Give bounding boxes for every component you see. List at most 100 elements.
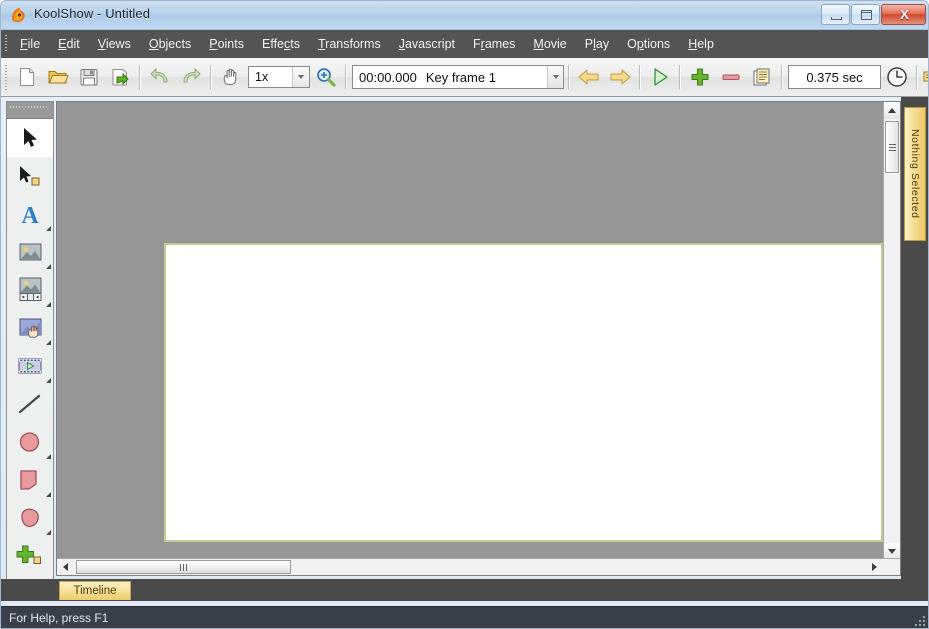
- toolbar-separator-7: [781, 65, 782, 89]
- magnifier-plus-icon: [316, 68, 336, 87]
- zoom-tool-button[interactable]: [310, 61, 341, 93]
- redo-button[interactable]: [175, 61, 206, 93]
- zoom-level-combo[interactable]: 1x: [248, 66, 310, 88]
- main-toolbar: 1x 00:00.000 Key frame 1 0.375 sec: [1, 58, 928, 97]
- tool-video[interactable]: [7, 347, 53, 385]
- close-button[interactable]: X: [881, 4, 926, 25]
- scroll-left-button[interactable]: [57, 559, 74, 575]
- application-window: KoolShow - Untitled X FFileile Edit View…: [0, 0, 929, 629]
- cursor-arrow-point-icon: [20, 166, 40, 186]
- keyframe-combo[interactable]: 00:00.000 Key frame 1: [352, 65, 564, 89]
- tool-select[interactable]: [7, 119, 53, 157]
- menubar-drag-handle[interactable]: [1, 30, 11, 58]
- minimize-button[interactable]: [821, 4, 850, 25]
- polygon-icon: [20, 470, 37, 490]
- canvas-vertical-scrollbar[interactable]: [883, 102, 900, 560]
- prev-frame-button[interactable]: [573, 61, 604, 93]
- tool-add-object[interactable]: [7, 537, 53, 575]
- remove-frame-button[interactable]: [715, 61, 746, 93]
- maximize-icon: [861, 10, 872, 20]
- keyframe-time: 00:00.000: [359, 69, 417, 85]
- toolbar-drag-handle[interactable]: [1, 61, 11, 94]
- selection-panel-tab[interactable]: Nothing Selected: [904, 107, 926, 241]
- menu-movie[interactable]: Movie: [524, 33, 575, 56]
- menu-options[interactable]: Options: [618, 33, 679, 56]
- menu-file[interactable]: FFileile: [11, 33, 49, 56]
- tool-freeform[interactable]: [7, 499, 53, 537]
- tool-text[interactable]: A: [7, 195, 53, 233]
- open-folder-icon: [48, 71, 69, 84]
- text-a-icon: A: [21, 203, 39, 227]
- canvas-horizontal-scrollbar[interactable]: [57, 558, 900, 575]
- menu-objects[interactable]: Objects: [140, 33, 200, 56]
- scroll-right-button[interactable]: [866, 559, 883, 575]
- stage-canvas[interactable]: [164, 243, 883, 542]
- pan-button[interactable]: [215, 61, 246, 93]
- export-button[interactable]: [104, 61, 135, 93]
- tool-select-point[interactable]: [7, 157, 53, 195]
- minus-icon: [722, 74, 739, 80]
- tool-palette: A: [6, 101, 54, 581]
- menu-javascript[interactable]: Javascript: [390, 33, 464, 56]
- menu-frames[interactable]: Frames: [464, 33, 524, 56]
- open-button[interactable]: [42, 61, 73, 93]
- tool-polygon[interactable]: [7, 461, 53, 499]
- toolbar-separator-5: [639, 65, 640, 89]
- frame-duration-field[interactable]: 0.375 sec: [788, 65, 881, 89]
- tool-animated-image[interactable]: [7, 271, 53, 309]
- menu-edit[interactable]: Edit: [49, 33, 89, 56]
- toolbar-separator-6: [679, 65, 680, 89]
- video-film-icon: [18, 358, 42, 374]
- frames-list-button[interactable]: [746, 61, 777, 93]
- menu-views[interactable]: Views: [89, 33, 140, 56]
- play-button[interactable]: [644, 61, 675, 93]
- arrow-right-icon: [610, 69, 630, 85]
- chevron-down-icon: [552, 75, 559, 79]
- maximize-button[interactable]: [851, 4, 880, 25]
- menu-help[interactable]: Help: [679, 33, 723, 56]
- toolbar-overflow-button[interactable]: [921, 61, 928, 93]
- scroll-up-button[interactable]: [884, 102, 900, 119]
- play-triangle-icon: [653, 68, 668, 86]
- next-frame-button[interactable]: [604, 61, 635, 93]
- vertical-scroll-thumb[interactable]: [885, 121, 899, 173]
- undo-button[interactable]: [144, 61, 175, 93]
- flyout-triangle-icon: [46, 302, 51, 307]
- palette-drag-handle[interactable]: [7, 102, 53, 119]
- zoom-combo-arrow[interactable]: [292, 67, 309, 87]
- keyframe-label: Key frame 1: [425, 69, 496, 85]
- close-icon: X: [900, 7, 909, 22]
- tool-line[interactable]: [7, 385, 53, 423]
- hand-icon: [223, 68, 236, 85]
- flyout-triangle-icon: [46, 378, 51, 383]
- toolbar-separator-2: [210, 65, 211, 89]
- scroll-grip-icon: [888, 143, 896, 151]
- svg-text:A: A: [21, 203, 39, 227]
- selection-panel-label: Nothing Selected: [909, 129, 921, 219]
- flyout-triangle-icon: [46, 264, 51, 269]
- save-button[interactable]: [73, 61, 104, 93]
- toolbar-separator-3: [345, 65, 346, 89]
- window-controls: X: [820, 4, 926, 26]
- menu-points[interactable]: Points: [200, 33, 253, 56]
- menu-play[interactable]: Play: [576, 33, 618, 56]
- tool-ellipse[interactable]: [7, 423, 53, 461]
- status-message: For Help, press F1: [9, 610, 109, 625]
- resize-grip-icon[interactable]: [915, 614, 927, 626]
- arrow-right-icon: [872, 563, 877, 571]
- tab-timeline[interactable]: Timeline: [59, 581, 131, 600]
- horizontal-scroll-thumb[interactable]: [76, 560, 291, 574]
- scroll-grip-icon: [180, 563, 187, 571]
- toolbar-separator-4: [568, 65, 569, 89]
- tool-image[interactable]: [7, 233, 53, 271]
- animated-image-icon: [19, 277, 42, 301]
- new-button[interactable]: [11, 61, 42, 93]
- timing-button[interactable]: [881, 61, 912, 93]
- add-frame-button[interactable]: [684, 61, 715, 93]
- canvas-workspace[interactable]: [56, 101, 901, 576]
- menu-effects[interactable]: Effects: [253, 33, 309, 56]
- frames-stack-icon: [753, 68, 769, 86]
- tool-image-button[interactable]: [7, 309, 53, 347]
- menu-transforms[interactable]: Transforms: [309, 33, 390, 56]
- keyframe-combo-arrow[interactable]: [547, 66, 563, 88]
